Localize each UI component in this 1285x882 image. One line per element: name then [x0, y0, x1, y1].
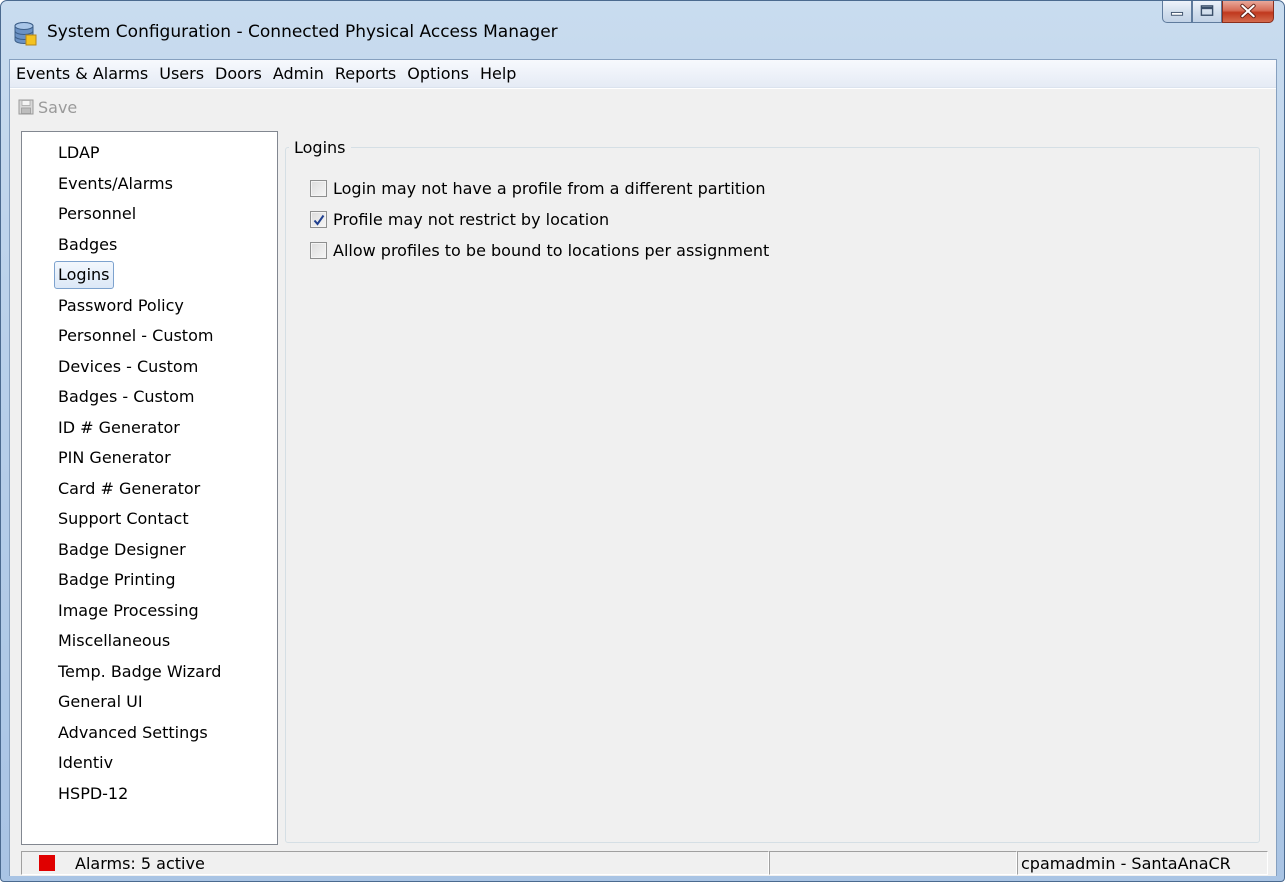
option-no-cross-partition-profile[interactable]: Login may not have a profile from a diff…	[310, 176, 766, 200]
sidebar-item-label: Advanced Settings	[58, 722, 208, 742]
sidebar-item-badge-printing[interactable]: Badge Printing	[22, 565, 277, 596]
alarm-indicator-icon	[39, 855, 55, 871]
sidebar-item-label: Password Policy	[58, 295, 184, 315]
sidebar-item-label: Card # Generator	[58, 478, 201, 498]
sidebar-item-label: Devices - Custom	[58, 356, 199, 376]
sidebar-item-label: Logins	[54, 261, 114, 289]
client-area: Events & Alarms Users Doors Admin Report…	[9, 59, 1277, 876]
save-label: Save	[38, 97, 78, 117]
sidebar-item-id-generator[interactable]: ID # Generator	[22, 413, 277, 444]
sidebar-item-label: Miscellaneous	[58, 631, 171, 650]
logins-settings-panel: Logins Login may not have a profile from…	[285, 131, 1264, 845]
sidebar-item-hspd-12[interactable]: HSPD-12	[22, 779, 277, 810]
menu-options[interactable]: Options	[402, 60, 475, 88]
sidebar-item-label: Support Contact	[58, 509, 189, 528]
option-label: Login may not have a profile from a diff…	[333, 178, 766, 198]
database-icon	[13, 21, 37, 47]
sidebar-item-label: PIN Generator	[58, 448, 171, 467]
sidebar-item-temp-badge-wizard[interactable]: Temp. Badge Wizard	[22, 657, 277, 688]
sidebar-item-badge-designer[interactable]: Badge Designer	[22, 535, 277, 566]
caption-buttons	[1162, 1, 1274, 25]
floppy-disk-icon	[18, 99, 34, 115]
close-button[interactable]	[1222, 1, 1274, 23]
sidebar-item-personnel[interactable]: Personnel	[22, 199, 277, 230]
status-alarms[interactable]: Alarms: 5 active	[21, 851, 769, 875]
checkbox[interactable]	[310, 179, 327, 197]
sidebar-item-events-alarms[interactable]: Events/Alarms	[22, 169, 277, 200]
sidebar-item-general-ui[interactable]: General UI	[22, 687, 277, 718]
menu-bar: Events & Alarms Users Doors Admin Report…	[10, 60, 1276, 88]
minimize-icon	[1170, 11, 1184, 16]
sidebar-item-support-contact[interactable]: Support Contact	[22, 504, 277, 535]
config-category-list[interactable]: LDAP Events/Alarms Personnel Badges Logi…	[21, 131, 278, 845]
menu-admin[interactable]: Admin	[268, 60, 330, 88]
menu-users[interactable]: Users	[154, 60, 210, 88]
sidebar-item-label: Badges	[58, 234, 118, 254]
sidebar-item-label: LDAP	[58, 143, 100, 162]
sidebar-item-badges-custom[interactable]: Badges - Custom	[22, 382, 277, 413]
menu-events-alarms[interactable]: Events & Alarms	[11, 60, 154, 88]
menu-doors[interactable]: Doors	[210, 60, 268, 88]
sidebar-item-image-processing[interactable]: Image Processing	[22, 596, 277, 627]
minimize-button[interactable]	[1162, 1, 1192, 23]
close-icon	[1240, 3, 1256, 19]
sidebar-item-badges[interactable]: Badges	[22, 230, 277, 261]
sidebar-item-password-policy[interactable]: Password Policy	[22, 291, 277, 322]
sidebar-item-miscellaneous[interactable]: Miscellaneous	[22, 626, 277, 657]
option-bind-profiles-per-assignment[interactable]: Allow profiles to be bound to locations …	[310, 238, 769, 262]
sidebar-item-pin-generator[interactable]: PIN Generator	[22, 443, 277, 474]
save-button[interactable]: Save	[18, 96, 77, 118]
sidebar-item-card-generator[interactable]: Card # Generator	[22, 474, 277, 505]
sidebar-item-label: Personnel	[58, 204, 137, 223]
sidebar-item-label: Badge Designer	[58, 539, 186, 559]
menu-reports[interactable]: Reports	[330, 60, 402, 88]
status-user: cpamadmin - SantaAnaCR	[1017, 851, 1268, 875]
sidebar-item-label: ID # Generator	[58, 417, 180, 437]
category-list: LDAP Events/Alarms Personnel Badges Logi…	[22, 138, 277, 809]
status-user-text: cpamadmin - SantaAnaCR	[1021, 853, 1231, 873]
toolbar: Save	[10, 89, 1276, 125]
maximize-icon	[1200, 5, 1214, 16]
menu-help[interactable]: Help	[475, 60, 522, 88]
option-label: Allow profiles to be bound to locations …	[333, 240, 770, 260]
checkbox[interactable]	[310, 210, 327, 228]
group-title: Logins	[289, 138, 351, 158]
status-bar: Alarms: 5 active cpamadmin - SantaAnaCR	[10, 847, 1276, 876]
main-area: LDAP Events/Alarms Personnel Badges Logi…	[10, 125, 1276, 847]
option-label: Profile may not restrict by location	[333, 209, 610, 229]
sidebar-item-identiv[interactable]: Identiv	[22, 748, 277, 779]
sidebar-item-label: Identiv	[58, 753, 114, 772]
logins-groupbox: Logins Login may not have a profile from…	[285, 138, 1260, 843]
status-middle	[769, 851, 1017, 875]
sidebar-item-logins[interactable]: Logins	[22, 260, 277, 291]
sidebar-item-ldap[interactable]: LDAP	[22, 138, 277, 169]
sidebar-item-advanced-settings[interactable]: Advanced Settings	[22, 718, 277, 749]
app-window: System Configuration - Connected Physica…	[0, 0, 1285, 882]
sidebar-item-label: General UI	[58, 692, 143, 711]
sidebar-item-personnel-custom[interactable]: Personnel - Custom	[22, 321, 277, 352]
alarms-text: Alarms: 5 active	[75, 853, 205, 873]
sidebar-item-label: HSPD-12	[58, 783, 129, 803]
sidebar-item-label: Badge Printing	[58, 570, 176, 589]
checkbox[interactable]	[310, 241, 327, 259]
sidebar-item-label: Temp. Badge Wizard	[58, 661, 222, 681]
sidebar-item-label: Badges - Custom	[58, 387, 195, 406]
option-profile-no-location-restrict[interactable]: Profile may not restrict by location	[310, 207, 609, 231]
window-title: System Configuration - Connected Physica…	[47, 22, 558, 42]
maximize-button[interactable]	[1192, 1, 1222, 23]
checkmark-icon	[313, 214, 325, 226]
sidebar-item-label: Image Processing	[58, 600, 199, 620]
sidebar-item-devices-custom[interactable]: Devices - Custom	[22, 352, 277, 383]
sidebar-item-label: Personnel - Custom	[58, 326, 214, 345]
title-bar[interactable]: System Configuration - Connected Physica…	[1, 1, 1284, 57]
sidebar-item-label: Events/Alarms	[58, 173, 173, 193]
